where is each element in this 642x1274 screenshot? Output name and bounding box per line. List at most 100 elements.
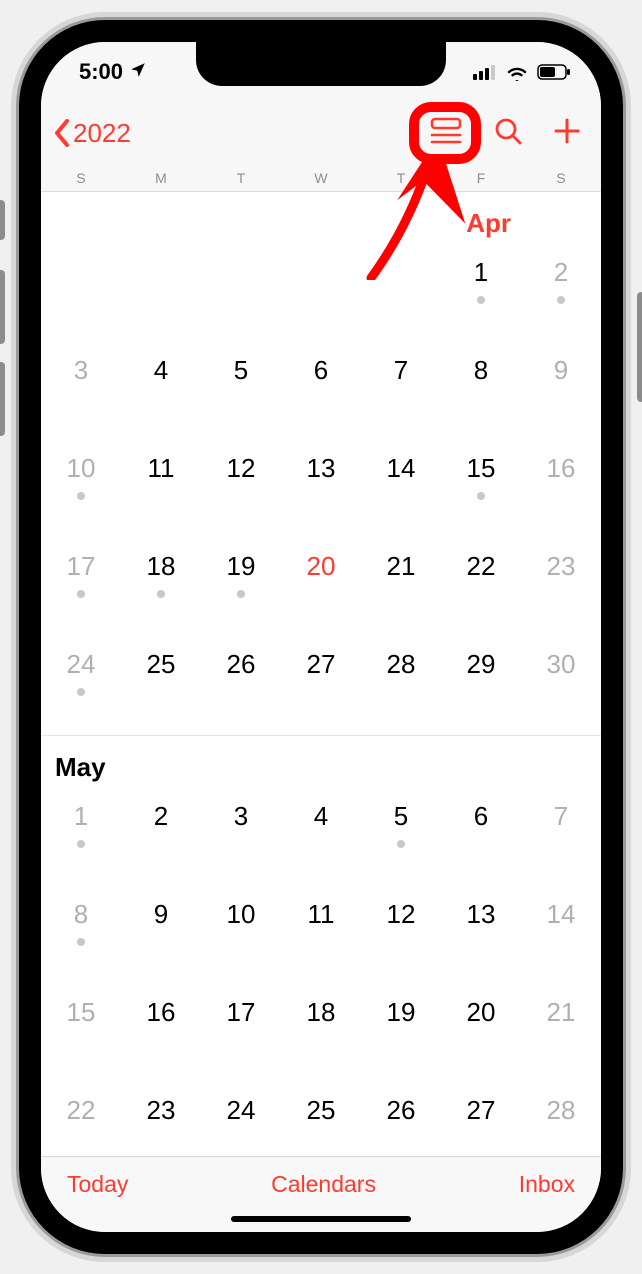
month-label-april: Apr <box>41 192 601 245</box>
back-label: 2022 <box>73 118 131 149</box>
day-cell[interactable]: 21 <box>361 539 441 637</box>
day-number: 11 <box>121 453 201 484</box>
day-cell[interactable]: 29 <box>441 637 521 735</box>
day-number: 9 <box>521 355 601 386</box>
day-cell[interactable]: 4 <box>121 343 201 441</box>
calendars-button[interactable]: Calendars <box>271 1171 376 1198</box>
day-cell[interactable]: 1 <box>41 789 121 887</box>
event-dot-icon <box>477 492 485 500</box>
day-cell[interactable]: 15 <box>41 985 121 1083</box>
day-cell[interactable]: 4 <box>281 789 361 887</box>
inbox-button[interactable]: Inbox <box>519 1171 575 1198</box>
day-number: 18 <box>281 997 361 1028</box>
day-cell[interactable]: 5 <box>361 789 441 887</box>
day-cell[interactable]: 26 <box>361 1083 441 1162</box>
day-cell[interactable]: 11 <box>281 887 361 985</box>
day-number: 20 <box>281 551 361 582</box>
day-cell[interactable]: 12 <box>361 887 441 985</box>
day-cell[interactable]: 25 <box>121 637 201 735</box>
weekday-label: W <box>281 164 361 192</box>
weekday-label: T <box>361 164 441 192</box>
month-grid-may: 1234567891011121314151617181920212223242… <box>41 789 601 1162</box>
day-cell[interactable]: 19 <box>361 985 441 1083</box>
phone-frame: 5:00 <box>19 20 623 1254</box>
day-cell[interactable]: 3 <box>41 343 121 441</box>
day-cell[interactable]: 17 <box>41 539 121 637</box>
day-number: 28 <box>361 649 441 680</box>
day-number: 4 <box>121 355 201 386</box>
day-cell[interactable]: 10 <box>201 887 281 985</box>
day-cell[interactable]: 14 <box>521 887 601 985</box>
notch <box>196 42 446 86</box>
back-button[interactable]: 2022 <box>53 118 131 149</box>
day-cell[interactable]: 15 <box>441 441 521 539</box>
calendar-scroll[interactable]: Apr 123456789101112131415161718192021222… <box>41 192 601 1162</box>
day-cell[interactable]: 23 <box>121 1083 201 1162</box>
day-cell <box>121 245 201 343</box>
day-cell[interactable]: 19 <box>201 539 281 637</box>
day-cell[interactable]: 14 <box>361 441 441 539</box>
day-cell[interactable]: 1 <box>441 245 521 343</box>
event-dot-icon <box>77 688 85 696</box>
day-cell[interactable]: 9 <box>121 887 201 985</box>
chevron-left-icon <box>53 119 71 147</box>
day-cell[interactable]: 21 <box>521 985 601 1083</box>
list-view-button[interactable] <box>429 116 463 150</box>
day-cell[interactable]: 22 <box>41 1083 121 1162</box>
day-cell[interactable]: 6 <box>281 343 361 441</box>
day-cell[interactable]: 22 <box>441 539 521 637</box>
day-number: 8 <box>441 355 521 386</box>
day-cell[interactable]: 28 <box>361 637 441 735</box>
day-cell[interactable]: 17 <box>201 985 281 1083</box>
day-cell[interactable]: 2 <box>121 789 201 887</box>
day-cell[interactable]: 24 <box>201 1083 281 1162</box>
day-cell[interactable]: 26 <box>201 637 281 735</box>
day-number: 19 <box>201 551 281 582</box>
day-cell[interactable]: 12 <box>201 441 281 539</box>
day-cell[interactable]: 18 <box>121 539 201 637</box>
day-cell[interactable]: 5 <box>201 343 281 441</box>
day-cell[interactable]: 16 <box>521 441 601 539</box>
day-cell[interactable]: 11 <box>121 441 201 539</box>
day-cell[interactable]: 3 <box>201 789 281 887</box>
day-cell[interactable]: 7 <box>521 789 601 887</box>
day-cell[interactable]: 20 <box>281 539 361 637</box>
day-cell[interactable]: 23 <box>521 539 601 637</box>
day-number: 6 <box>441 801 521 832</box>
day-cell[interactable]: 7 <box>361 343 441 441</box>
day-cell[interactable]: 2 <box>521 245 601 343</box>
day-number: 11 <box>281 899 361 930</box>
search-button[interactable] <box>493 116 523 151</box>
day-cell[interactable]: 13 <box>441 887 521 985</box>
day-cell[interactable]: 24 <box>41 637 121 735</box>
day-cell[interactable]: 27 <box>441 1083 521 1162</box>
event-dot-icon <box>397 840 405 848</box>
day-cell[interactable]: 6 <box>441 789 521 887</box>
day-number: 1 <box>41 801 121 832</box>
day-cell[interactable]: 18 <box>281 985 361 1083</box>
day-cell[interactable]: 16 <box>121 985 201 1083</box>
day-number: 28 <box>521 1095 601 1126</box>
day-cell[interactable]: 8 <box>41 887 121 985</box>
day-number: 29 <box>441 649 521 680</box>
day-cell[interactable]: 30 <box>521 637 601 735</box>
event-dot-icon <box>477 296 485 304</box>
day-cell[interactable]: 25 <box>281 1083 361 1162</box>
weekday-label: F <box>441 164 521 192</box>
day-number: 23 <box>121 1095 201 1126</box>
add-event-button[interactable] <box>553 117 581 150</box>
day-cell[interactable]: 20 <box>441 985 521 1083</box>
day-cell[interactable]: 8 <box>441 343 521 441</box>
day-number: 10 <box>201 899 281 930</box>
today-button[interactable]: Today <box>67 1171 128 1198</box>
day-number: 12 <box>361 899 441 930</box>
day-cell[interactable]: 10 <box>41 441 121 539</box>
status-time: 5:00 <box>79 59 123 85</box>
day-cell[interactable]: 27 <box>281 637 361 735</box>
nav-header: 2022 <box>41 102 601 164</box>
day-cell[interactable]: 28 <box>521 1083 601 1162</box>
day-number: 13 <box>281 453 361 484</box>
day-cell[interactable]: 13 <box>281 441 361 539</box>
day-cell[interactable]: 9 <box>521 343 601 441</box>
cellular-signal-icon <box>473 64 497 80</box>
